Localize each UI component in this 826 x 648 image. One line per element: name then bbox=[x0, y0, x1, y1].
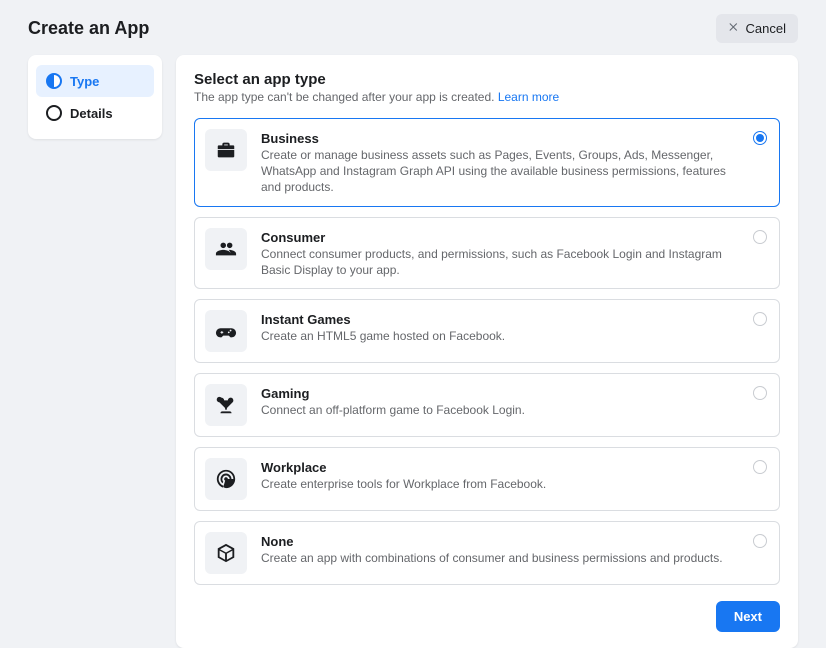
option-title: None bbox=[261, 534, 743, 549]
users-icon bbox=[205, 228, 247, 270]
footer: Next bbox=[194, 585, 780, 632]
option-title: Business bbox=[261, 131, 743, 146]
learn-more-link[interactable]: Learn more bbox=[498, 90, 559, 104]
section-title: Select an app type bbox=[194, 71, 780, 88]
page-title: Create an App bbox=[28, 18, 149, 39]
joystick-icon bbox=[205, 384, 247, 426]
option-gaming[interactable]: Gaming Connect an off-platform game to F… bbox=[194, 373, 780, 437]
radio-icon bbox=[753, 386, 767, 400]
option-consumer[interactable]: Consumer Connect consumer products, and … bbox=[194, 217, 780, 289]
option-desc: Create an HTML5 game hosted on Facebook. bbox=[261, 328, 743, 344]
option-business[interactable]: Business Create or manage business asset… bbox=[194, 118, 780, 207]
topbar: Create an App Cancel bbox=[0, 0, 826, 55]
option-none[interactable]: None Create an app with combinations of … bbox=[194, 521, 780, 585]
radio-icon bbox=[753, 230, 767, 244]
radio-icon bbox=[753, 131, 767, 145]
sidebar-step-label: Type bbox=[70, 74, 99, 89]
cancel-label: Cancel bbox=[746, 21, 786, 36]
main-panel: Select an app type The app type can't be… bbox=[176, 55, 798, 648]
cancel-button[interactable]: Cancel bbox=[716, 14, 798, 43]
option-workplace[interactable]: Workplace Create enterprise tools for Wo… bbox=[194, 447, 780, 511]
briefcase-icon bbox=[205, 129, 247, 171]
close-icon bbox=[728, 21, 740, 36]
gamepad-icon bbox=[205, 310, 247, 352]
section-subtitle-text: The app type can't be changed after your… bbox=[194, 90, 498, 104]
app-type-options: Business Create or manage business asset… bbox=[194, 118, 780, 585]
option-desc: Create an app with combinations of consu… bbox=[261, 550, 743, 566]
cube-icon bbox=[205, 532, 247, 574]
radio-icon bbox=[753, 460, 767, 474]
option-desc: Connect an off-platform game to Facebook… bbox=[261, 402, 743, 418]
workplace-icon bbox=[205, 458, 247, 500]
radio-icon bbox=[753, 312, 767, 326]
radio-icon bbox=[753, 534, 767, 548]
option-title: Workplace bbox=[261, 460, 743, 475]
sidebar-step-label: Details bbox=[70, 106, 113, 121]
option-desc: Create or manage business assets such as… bbox=[261, 147, 743, 196]
step-indicator-icon bbox=[46, 73, 62, 89]
sidebar-step-type[interactable]: Type bbox=[36, 65, 154, 97]
option-title: Gaming bbox=[261, 386, 743, 401]
option-instant-games[interactable]: Instant Games Create an HTML5 game hoste… bbox=[194, 299, 780, 363]
option-desc: Create enterprise tools for Workplace fr… bbox=[261, 476, 743, 492]
next-button[interactable]: Next bbox=[716, 601, 780, 632]
section-subtitle: The app type can't be changed after your… bbox=[194, 90, 780, 104]
sidebar-step-details[interactable]: Details bbox=[36, 97, 154, 129]
option-title: Instant Games bbox=[261, 312, 743, 327]
option-desc: Connect consumer products, and permissio… bbox=[261, 246, 743, 278]
option-title: Consumer bbox=[261, 230, 743, 245]
step-indicator-icon bbox=[46, 105, 62, 121]
sidebar: Type Details bbox=[28, 55, 162, 139]
